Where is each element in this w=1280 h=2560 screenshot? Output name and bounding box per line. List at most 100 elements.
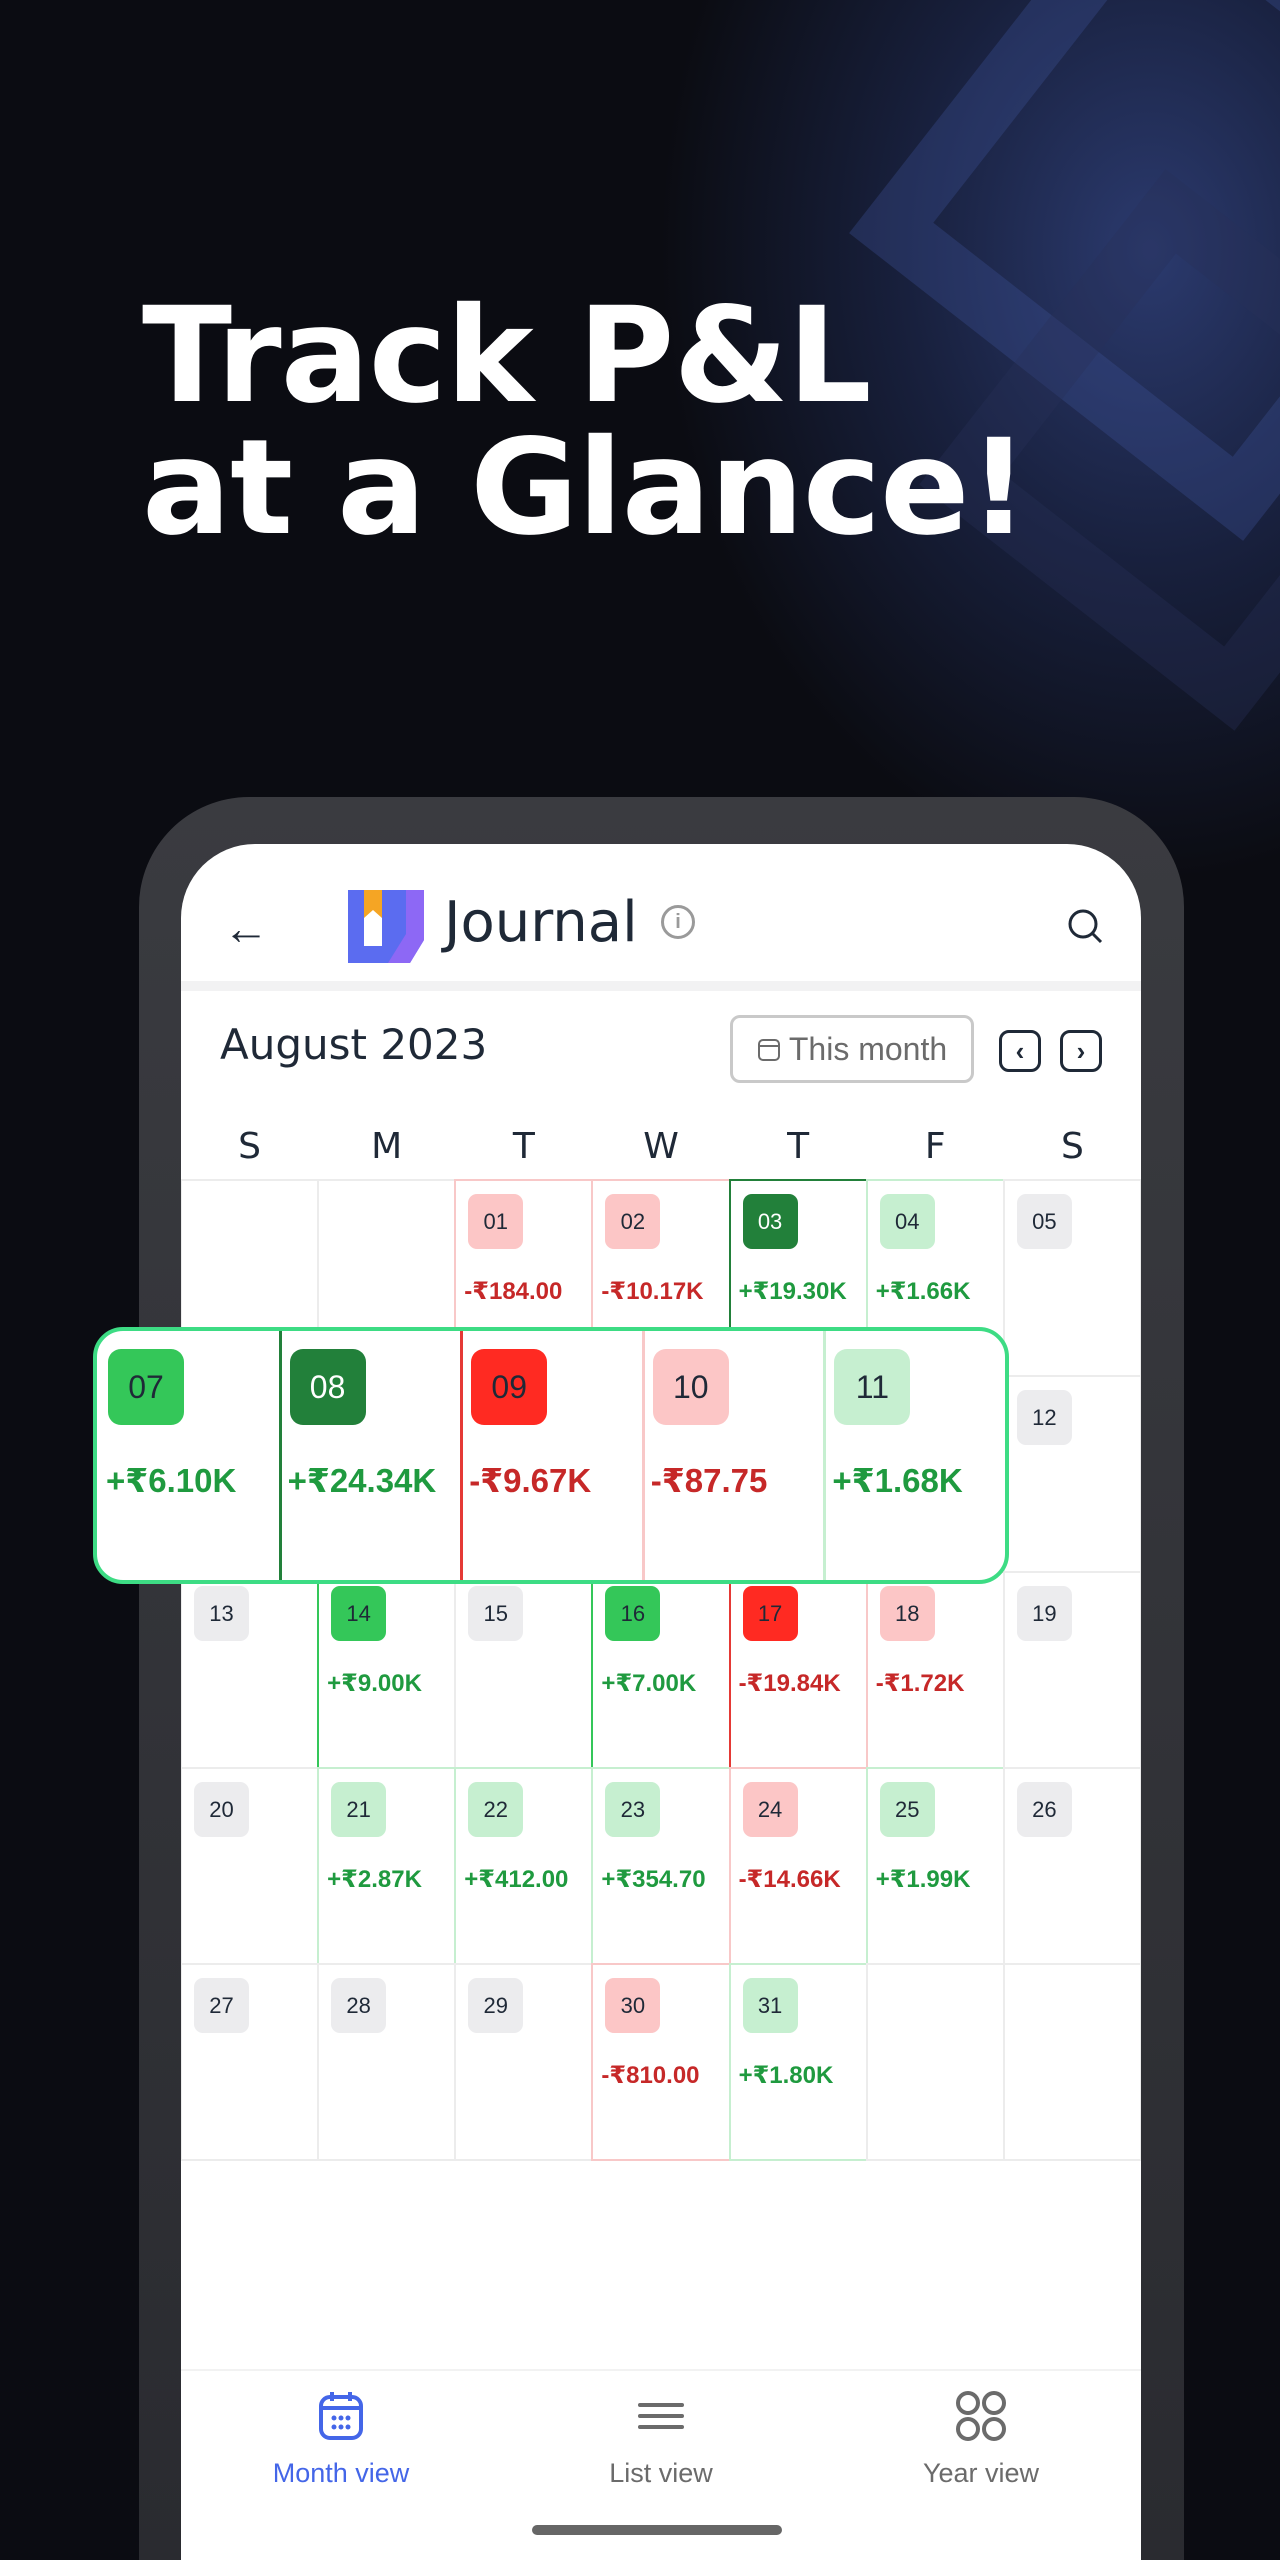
day-number: 18 bbox=[879, 1586, 935, 1641]
day-number: 02 bbox=[605, 1194, 661, 1249]
day-pnl: -₹184.00 bbox=[464, 1278, 563, 1305]
this-month-button[interactable]: This month bbox=[730, 1015, 974, 1083]
nav-list-view[interactable]: List view bbox=[501, 2371, 821, 2519]
day-number: 07 bbox=[108, 1349, 184, 1425]
info-icon[interactable]: i bbox=[661, 905, 695, 939]
day-cell[interactable]: 31 +₹1.80K bbox=[728, 1963, 868, 2161]
day-cell[interactable]: 27 bbox=[181, 1963, 320, 2161]
app-title: Journal bbox=[444, 890, 638, 955]
grid-icon bbox=[956, 2391, 1006, 2448]
day-cell[interactable]: 19 bbox=[1002, 1571, 1141, 1769]
weekday-label: F bbox=[924, 1126, 946, 1167]
day-number: 20 bbox=[194, 1782, 249, 1837]
highlighted-day-cell[interactable]: 11 +₹1.68K bbox=[823, 1331, 1005, 1580]
phone-screen: ← Journal i August 2023 This month ‹ › S… bbox=[181, 844, 1141, 2560]
day-pnl: +₹6.10K bbox=[106, 1462, 237, 1499]
nav-month-view[interactable]: Month view bbox=[181, 2371, 501, 2519]
chevron-left-icon: ‹ bbox=[1015, 1035, 1025, 1066]
arrow-left-icon: ← bbox=[223, 902, 269, 954]
weekday-label: T bbox=[512, 1126, 535, 1167]
day-number: 23 bbox=[605, 1782, 661, 1837]
month-label: August 2023 bbox=[220, 1020, 488, 1069]
day-number: 11 bbox=[834, 1349, 911, 1425]
day-cell bbox=[1002, 1963, 1141, 2161]
day-pnl: +₹1.68K bbox=[832, 1462, 963, 1499]
day-number: 29 bbox=[468, 1978, 524, 2033]
day-cell[interactable]: 18 -₹1.72K bbox=[865, 1571, 1005, 1769]
day-pnl: +₹412.00 bbox=[464, 1866, 569, 1893]
journal-logo bbox=[348, 890, 424, 963]
highlighted-day-cell[interactable]: 10 -₹87.75 bbox=[641, 1331, 824, 1580]
day-pnl: +₹1.99K bbox=[875, 1866, 971, 1893]
day-number: 28 bbox=[331, 1978, 387, 2033]
day-number: 08 bbox=[289, 1349, 366, 1425]
day-cell[interactable]: 30 -₹810.00 bbox=[591, 1963, 731, 2161]
highlighted-day-cell[interactable]: 08 +₹24.34K bbox=[278, 1331, 461, 1580]
back-button[interactable]: ← bbox=[223, 905, 269, 951]
app-header: ← Journal i bbox=[181, 844, 1141, 981]
day-pnl: +₹2.87K bbox=[327, 1866, 422, 1893]
this-month-label: This month bbox=[788, 1030, 948, 1067]
day-number: 21 bbox=[331, 1782, 387, 1837]
prev-month-button[interactable]: ‹ bbox=[999, 1030, 1041, 1072]
weekday-label: S bbox=[238, 1126, 261, 1167]
day-pnl: -₹19.84K bbox=[738, 1670, 841, 1697]
day-cell[interactable]: 16 +₹7.00K bbox=[591, 1571, 731, 1769]
day-cell[interactable]: 20 bbox=[181, 1767, 320, 1965]
day-number: 27 bbox=[194, 1978, 249, 2033]
day-number: 31 bbox=[742, 1978, 798, 2033]
day-cell[interactable]: 05 bbox=[1002, 1179, 1141, 1377]
day-number: 10 bbox=[652, 1349, 729, 1425]
day-pnl: -₹87.75 bbox=[650, 1462, 768, 1499]
day-cell[interactable]: 25 +₹1.99K bbox=[865, 1767, 1005, 1965]
nav-label: List view bbox=[609, 2458, 713, 2488]
day-pnl: -₹14.66K bbox=[738, 1866, 841, 1893]
list-icon bbox=[638, 2391, 684, 2448]
highlighted-day-cell[interactable]: 09 -₹9.67K bbox=[460, 1331, 642, 1580]
day-number: 22 bbox=[468, 1782, 524, 1837]
day-cell[interactable]: 24 -₹14.66K bbox=[728, 1767, 868, 1965]
highlighted-day-cell[interactable]: 07 +₹6.10K bbox=[97, 1331, 279, 1580]
day-number: 24 bbox=[742, 1782, 798, 1837]
chevron-right-icon: › bbox=[1076, 1035, 1086, 1066]
highlighted-week: 07 +₹6.10K 08 +₹24.34K 09 -₹9.67K 10 -₹87.75 11 +… bbox=[93, 1327, 1009, 1584]
weekday-label: S bbox=[1060, 1126, 1084, 1167]
day-cell[interactable]: 29 bbox=[454, 1963, 594, 2161]
weekday-header: SMTWTFS bbox=[181, 1126, 1141, 1167]
day-cell bbox=[865, 1963, 1005, 2161]
day-pnl: -₹10.17K bbox=[601, 1278, 704, 1305]
nav-label: Year view bbox=[922, 2458, 1040, 2488]
nav-year-view[interactable]: Year view bbox=[821, 2371, 1141, 2519]
day-cell[interactable]: 23 +₹354.70 bbox=[591, 1767, 731, 1965]
day-cell[interactable]: 28 bbox=[317, 1963, 457, 2161]
day-cell[interactable]: 12 bbox=[1002, 1375, 1141, 1573]
day-cell[interactable]: 26 bbox=[1002, 1767, 1141, 1965]
nav-label: Month view bbox=[272, 2458, 410, 2488]
day-cell[interactable]: 22 +₹412.00 bbox=[454, 1767, 594, 1965]
weekday-label: M bbox=[371, 1126, 403, 1167]
day-cell[interactable]: 14 +₹9.00K bbox=[317, 1571, 457, 1769]
day-cell[interactable]: 17 -₹19.84K bbox=[728, 1571, 868, 1769]
day-pnl: +₹9.00K bbox=[327, 1670, 422, 1697]
day-cell[interactable]: 13 bbox=[181, 1571, 320, 1769]
day-number: 05 bbox=[1016, 1194, 1072, 1249]
day-number: 17 bbox=[742, 1586, 798, 1641]
calendar-icon bbox=[318, 2391, 364, 2448]
next-month-button[interactable]: › bbox=[1060, 1030, 1102, 1072]
day-cell[interactable]: 21 +₹2.87K bbox=[317, 1767, 457, 1965]
weekday-label: W bbox=[643, 1126, 679, 1167]
day-number: 19 bbox=[1016, 1586, 1072, 1641]
headline: Track P&L at a Glance! bbox=[142, 290, 1029, 554]
day-pnl: +₹1.80K bbox=[738, 2062, 834, 2089]
day-pnl: -₹810.00 bbox=[601, 2062, 700, 2089]
search-icon[interactable] bbox=[1067, 908, 1103, 944]
day-number: 16 bbox=[605, 1586, 661, 1641]
day-number: 03 bbox=[742, 1194, 798, 1249]
day-number: 30 bbox=[605, 1978, 661, 2033]
day-number: 15 bbox=[468, 1586, 524, 1641]
home-indicator bbox=[532, 2525, 782, 2535]
day-cell[interactable]: 15 bbox=[454, 1571, 594, 1769]
day-number: 12 bbox=[1016, 1390, 1072, 1445]
day-pnl: +₹24.34K bbox=[287, 1462, 437, 1499]
bottom-navigation: Month view List view Year view bbox=[181, 2369, 1141, 2519]
